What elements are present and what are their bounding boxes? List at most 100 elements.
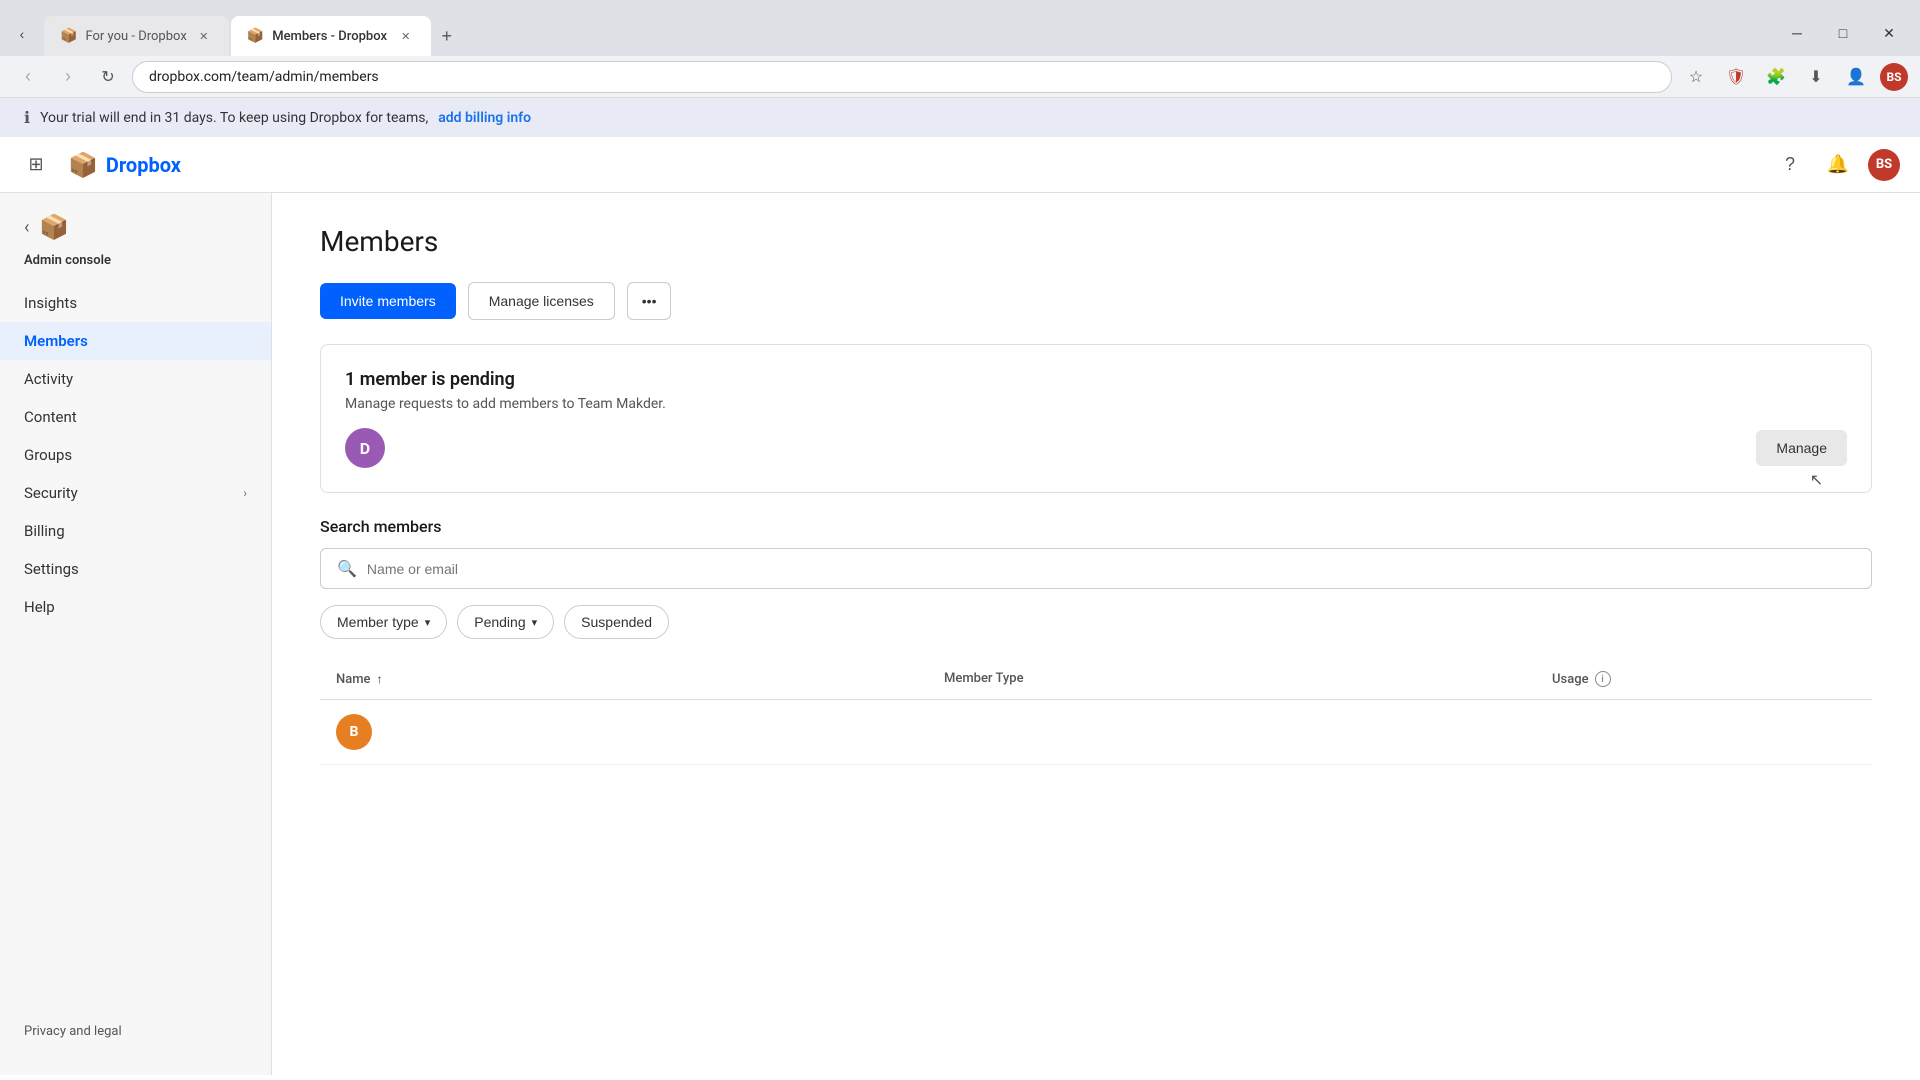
browser-nav-controls: ‹ [8, 20, 36, 56]
table-row[interactable]: B [320, 700, 1872, 765]
user-avatar[interactable]: BS [1868, 149, 1900, 181]
tab-list-btn[interactable]: ‹ [8, 20, 36, 48]
extensions-button[interactable]: 🧩 [1760, 61, 1792, 93]
address-text: dropbox.com/team/admin/members [149, 69, 379, 85]
pending-title: 1 member is pending [345, 369, 1847, 390]
pending-filter[interactable]: Pending ▾ [457, 605, 554, 639]
browser-profile-avatar[interactable]: BS [1880, 63, 1908, 91]
search-input[interactable] [367, 561, 1855, 577]
sidebar-item-security[interactable]: Security › [0, 474, 271, 512]
search-label: Search members [320, 517, 1872, 536]
browser-chrome: ‹ 📦 For you - Dropbox ✕ 📦 Members - Drop… [0, 0, 1920, 56]
sidebar-item-help[interactable]: Help [0, 588, 271, 626]
security-chevron-icon: › [243, 486, 247, 500]
groups-label: Groups [24, 446, 72, 464]
tab-label-2: Members - Dropbox [272, 29, 389, 44]
sidebar-item-billing[interactable]: Billing [0, 512, 271, 550]
sidebar-back-icon[interactable]: ‹ [24, 217, 29, 238]
sort-asc-icon: ↑ [377, 672, 383, 686]
notification-link[interactable]: add billing info [438, 110, 531, 126]
tab-for-you[interactable]: 📦 For you - Dropbox ✕ [44, 16, 229, 56]
pending-description: Manage requests to add members to Team M… [345, 396, 1847, 412]
settings-label: Settings [24, 560, 79, 578]
profile-switcher-button[interactable]: 👤 [1840, 61, 1872, 93]
dropbox-logo-icon: 📦 [68, 151, 98, 179]
page-title: Members [320, 225, 1872, 258]
col-usage-header: Usage i [1552, 671, 1856, 687]
app-header: ⊞ 📦 Dropbox ? 🔔 BS [0, 137, 1920, 193]
usage-info-icon[interactable]: i [1595, 671, 1611, 687]
dropbox-logo[interactable]: 📦 Dropbox [68, 151, 181, 179]
suspended-filter[interactable]: Suspended [564, 605, 669, 639]
tab-label-1: For you - Dropbox [85, 29, 186, 44]
invite-members-button[interactable]: Invite members [320, 283, 456, 319]
extension-button-1[interactable]: 🛡 [1720, 61, 1752, 93]
help-label: Help [24, 598, 55, 616]
notification-icon: ℹ [24, 108, 30, 127]
sidebar-footer: Privacy and legal [0, 1008, 271, 1055]
content-area: Members Invite members Manage licenses •… [272, 193, 1920, 1075]
back-button[interactable]: ‹ [12, 61, 44, 93]
member-type-filter[interactable]: Member type ▾ [320, 605, 447, 639]
col-name-header[interactable]: Name ↑ [336, 671, 944, 687]
sidebar-item-members[interactable]: Members [0, 322, 271, 360]
sidebar: ‹ 📦 Admin console Insights Members Activ… [0, 193, 272, 1075]
new-tab-button[interactable]: + [433, 22, 461, 50]
close-button[interactable]: ✕ [1866, 18, 1912, 48]
window-controls: ─ □ ✕ [1774, 18, 1912, 56]
dropbox-logo-text: Dropbox [106, 153, 181, 177]
privacy-legal-link[interactable]: Privacy and legal [24, 1024, 247, 1039]
suspended-filter-label: Suspended [581, 614, 652, 630]
insights-label: Insights [24, 294, 77, 312]
tab-favicon-1: 📦 [60, 28, 77, 44]
tab-close-2[interactable]: ✕ [397, 27, 415, 45]
notification-banner: ℹ Your trial will end in 31 days. To kee… [0, 98, 1920, 137]
search-field[interactable]: 🔍 [320, 548, 1872, 589]
sidebar-item-insights[interactable]: Insights [0, 284, 271, 322]
address-bar: ‹ › ↻ dropbox.com/team/admin/members ☆ 🛡… [0, 56, 1920, 98]
sidebar-item-groups[interactable]: Groups [0, 436, 271, 474]
apps-grid-button[interactable]: ⊞ [20, 149, 52, 181]
billing-label: Billing [24, 522, 65, 540]
sidebar-dropbox-icon[interactable]: 📦 [39, 213, 69, 241]
tab-members[interactable]: 📦 Members - Dropbox ✕ [231, 16, 431, 56]
tab-bar: 📦 For you - Dropbox ✕ 📦 Members - Dropbo… [44, 0, 1766, 56]
pending-chevron-icon: ▾ [532, 616, 538, 629]
activity-label: Activity [24, 370, 73, 388]
pending-banner: 1 member is pending Manage requests to a… [320, 344, 1872, 493]
main-layout: ‹ 📦 Admin console Insights Members Activ… [0, 193, 1920, 1075]
manage-button[interactable]: Manage [1756, 430, 1847, 466]
sidebar-item-activity[interactable]: Activity [0, 360, 271, 398]
search-icon: 🔍 [337, 559, 357, 578]
pending-row: D Manage ↖ [345, 428, 1847, 468]
reload-button[interactable]: ↻ [92, 61, 124, 93]
notification-text: Your trial will end in 31 days. To keep … [40, 110, 428, 126]
member-type-filter-label: Member type [337, 614, 419, 630]
manage-licenses-button[interactable]: Manage licenses [468, 282, 615, 320]
admin-console-label: Admin console [0, 253, 271, 284]
tab-close-1[interactable]: ✕ [195, 27, 213, 45]
col-member-type-header: Member Type [944, 671, 1552, 687]
sidebar-item-settings[interactable]: Settings [0, 550, 271, 588]
downloads-button[interactable]: ⬇ [1800, 61, 1832, 93]
help-button[interactable]: ? [1772, 147, 1808, 183]
minimize-button[interactable]: ─ [1774, 18, 1820, 48]
filter-row: Member type ▾ Pending ▾ Suspended [320, 605, 1872, 639]
address-field[interactable]: dropbox.com/team/admin/members [132, 61, 1672, 93]
sidebar-logo-area[interactable]: ‹ 📦 [0, 213, 271, 253]
more-actions-button[interactable]: ••• [627, 282, 672, 320]
header-actions: ? 🔔 BS [1772, 147, 1900, 183]
security-label: Security [24, 484, 78, 502]
pending-avatar: D [345, 428, 385, 468]
forward-button[interactable]: › [52, 61, 84, 93]
action-row: Invite members Manage licenses ••• [320, 282, 1872, 320]
bookmark-button[interactable]: ☆ [1680, 61, 1712, 93]
notifications-button[interactable]: 🔔 [1820, 147, 1856, 183]
tab-favicon-2: 📦 [247, 28, 264, 44]
sidebar-item-content[interactable]: Content [0, 398, 271, 436]
members-label: Members [24, 332, 88, 350]
row-avatar: B [336, 714, 372, 750]
table-header: Name ↑ Member Type Usage i [320, 659, 1872, 700]
member-type-chevron-icon: ▾ [425, 616, 431, 629]
maximize-button[interactable]: □ [1820, 18, 1866, 48]
